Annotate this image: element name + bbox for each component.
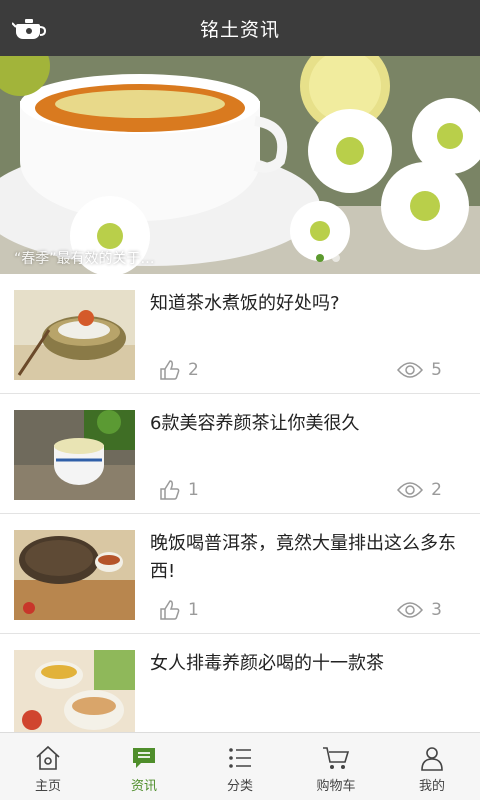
- article-title: 知道茶水煮饭的好处吗?: [150, 293, 340, 314]
- tab-me[interactable]: 我的: [384, 733, 480, 800]
- tab-home[interactable]: 主页: [0, 733, 96, 800]
- tab-label: 我的: [418, 779, 445, 794]
- thumbs-up-icon: [160, 360, 180, 380]
- like-count: 1: [188, 600, 199, 620]
- eye-icon: [397, 362, 424, 378]
- bottom-tab-bar: 主页 资讯 分类 购物车 我的: [0, 732, 480, 800]
- eye-icon: [397, 482, 424, 498]
- carousel-dot-active[interactable]: [316, 254, 324, 262]
- tea-bowl-image: [14, 290, 135, 380]
- article-item[interactable]: 女人排毒养颜必喝的十一款茶: [0, 634, 480, 732]
- tab-label: 资讯: [130, 779, 157, 794]
- news-icon: [133, 748, 155, 768]
- carousel-indicator: [316, 254, 340, 262]
- green-tea-cup-image: [14, 410, 135, 500]
- thumbs-up-icon: [160, 480, 180, 500]
- like-group[interactable]: 2: [158, 359, 199, 381]
- app-header: 铭土资讯: [0, 0, 480, 56]
- category-icon: [229, 748, 251, 768]
- article-meta: 1 3: [158, 599, 442, 621]
- tab-news[interactable]: 资讯: [96, 733, 192, 800]
- banner-carousel[interactable]: “春季”最有效的关于…: [0, 56, 480, 274]
- view-count: 3: [431, 600, 442, 620]
- banner-image: [0, 56, 480, 274]
- user-icon: [421, 747, 443, 771]
- thumbs-up-icon: [160, 600, 180, 620]
- view-group: 2: [397, 480, 442, 500]
- view-count: 2: [431, 480, 442, 500]
- like-count: 1: [188, 480, 199, 500]
- article-item[interactable]: 6款美容养颜茶让你美很久 1 2: [0, 394, 480, 514]
- page-title: 铭土资讯: [199, 18, 280, 41]
- tab-label: 购物车: [316, 779, 356, 794]
- like-group[interactable]: 1: [158, 479, 199, 501]
- article-title: 晚饭喝普洱茶，竟然大量排出这么多东西!: [150, 533, 456, 582]
- teapot-logo-icon[interactable]: [12, 14, 46, 42]
- article-item[interactable]: 晚饭喝普洱茶，竟然大量排出这么多东西! 1 3: [0, 514, 480, 634]
- article-meta: 2 5: [158, 359, 442, 381]
- tab-category[interactable]: 分类: [192, 733, 288, 800]
- cart-icon: [323, 747, 350, 769]
- article-item[interactable]: 知道茶水煮饭的好处吗? 2 5: [0, 274, 480, 394]
- article-title: 6款美容养颜茶让你美很久: [150, 413, 360, 434]
- view-group: 3: [397, 600, 442, 620]
- like-count: 2: [188, 360, 199, 380]
- view-count: 5: [431, 360, 442, 380]
- tab-label: 主页: [34, 779, 61, 794]
- like-group[interactable]: 1: [158, 599, 199, 621]
- view-group: 5: [397, 360, 442, 380]
- home-icon: [36, 745, 60, 770]
- tab-label: 分类: [226, 779, 253, 794]
- eye-icon: [397, 602, 424, 618]
- article-meta: 1 2: [158, 479, 442, 501]
- carousel-dot[interactable]: [332, 254, 340, 262]
- puer-tea-cake-image: [14, 530, 135, 620]
- flower-tea-image: [14, 650, 135, 732]
- article-title: 女人排毒养颜必喝的十一款茶: [150, 653, 384, 674]
- tab-cart[interactable]: 购物车: [288, 733, 384, 800]
- article-list: 知道茶水煮饭的好处吗? 2 5 6款美容养颜茶让你美很久 1 2 晚饭喝普洱茶，…: [0, 274, 480, 732]
- banner-caption: “春季”最有效的关于…: [14, 251, 155, 267]
